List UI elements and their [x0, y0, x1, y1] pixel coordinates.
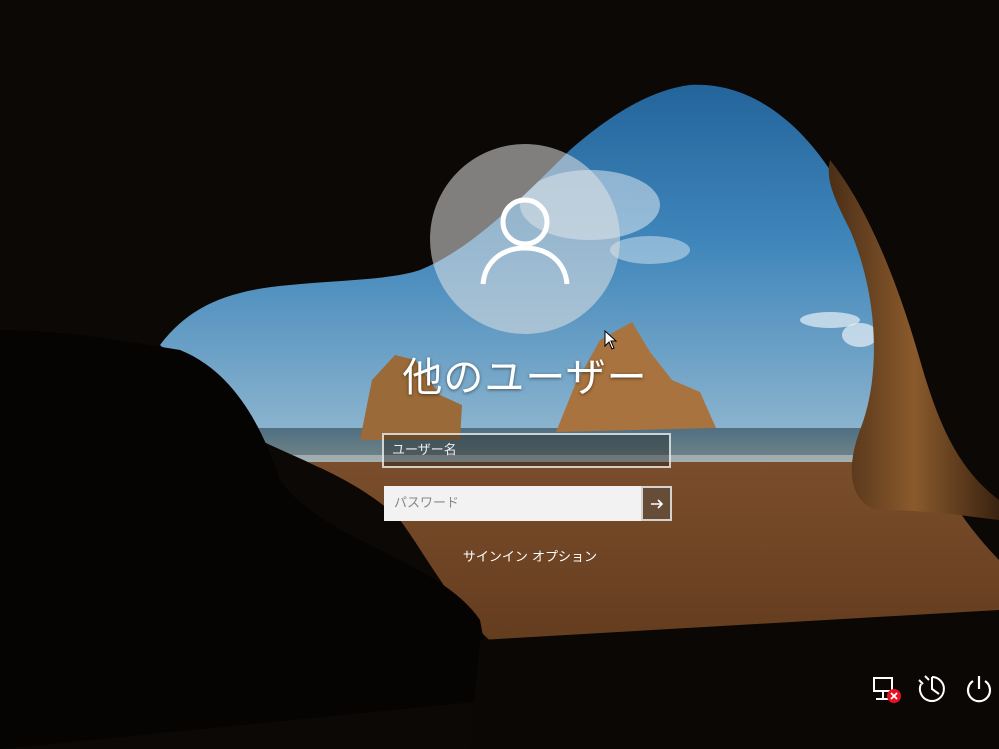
mouse-cursor-icon [604, 330, 618, 350]
user-name-title: 他のユーザー [402, 355, 648, 401]
power-icon [966, 676, 992, 703]
ease-of-access-icon [918, 675, 945, 702]
password-input[interactable] [384, 486, 641, 521]
user-avatar [430, 144, 620, 334]
network-button[interactable] [870, 672, 904, 706]
lock-screen: 他のユーザー サインイン オプション [0, 0, 999, 749]
network-disconnected-icon [873, 677, 901, 703]
power-button[interactable] [962, 672, 996, 706]
signin-options-link[interactable]: サインイン オプション [440, 546, 620, 565]
person-icon [480, 197, 570, 285]
submit-button[interactable] [641, 486, 672, 521]
arrow-right-icon [650, 498, 663, 509]
accessibility-button[interactable] [915, 672, 949, 706]
username-input[interactable] [382, 433, 671, 468]
